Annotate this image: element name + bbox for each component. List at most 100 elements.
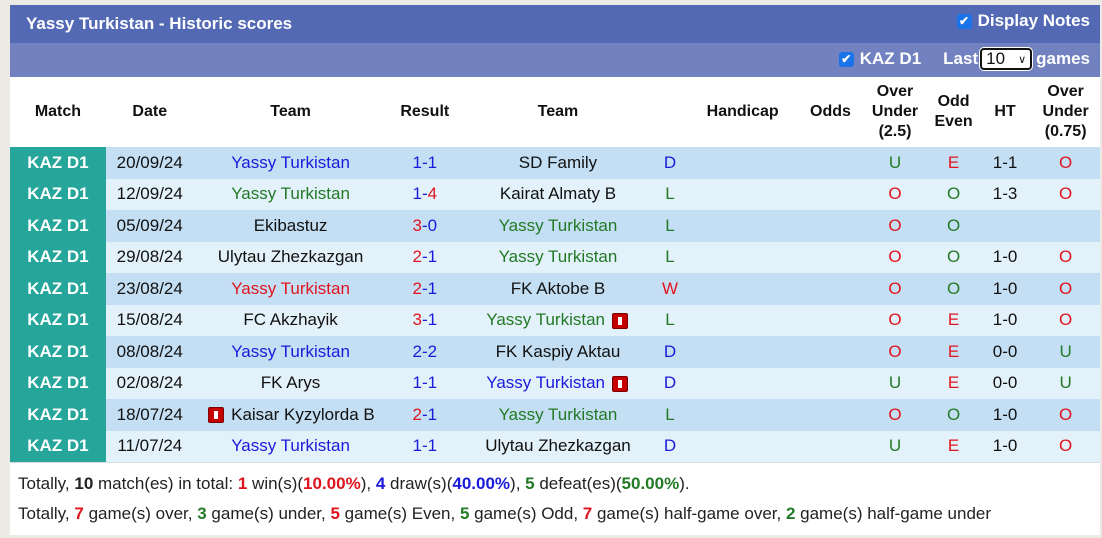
league-cell[interactable]: KAZ D1	[10, 273, 106, 305]
summary: Totally, 10 match(es) in total: 1 win(s)…	[10, 462, 1100, 535]
handicap-cell	[686, 147, 800, 179]
over-under-075-cell: U	[1031, 367, 1100, 399]
result-cell[interactable]: 1-4	[387, 178, 463, 210]
over-under-cell: U	[861, 430, 929, 462]
away-team-link[interactable]: Yassy Turkistan	[499, 405, 618, 424]
summary-text: Totally,	[18, 474, 75, 493]
col-result: Result	[387, 77, 463, 147]
home-team-cell: FC Akzhayik	[193, 304, 388, 336]
result-cell[interactable]: 1-1	[387, 147, 463, 179]
header-line: Under	[871, 103, 919, 120]
table-row: KAZ D1 20/09/24 Yassy Turkistan 1-1 SD Famil…	[10, 147, 1100, 179]
over-under-075-cell: O	[1031, 304, 1100, 336]
ht-score-cell: 1-3	[978, 178, 1032, 210]
over-under-cell: U	[861, 147, 929, 179]
table-row: KAZ D1 18/07/24 Kaisar Kyzylorda B 2-1 Yass…	[10, 399, 1100, 431]
league-cell[interactable]: KAZ D1	[10, 336, 106, 368]
home-team-link[interactable]: Kaisar Kyzylorda B	[231, 405, 375, 424]
odds-cell	[799, 430, 862, 462]
outcome-cell: D	[653, 367, 687, 399]
col-date: Date	[105, 77, 194, 147]
home-score: 1	[412, 436, 422, 456]
away-team-cell: SD Family	[462, 147, 654, 179]
result-cell[interactable]: 2-2	[387, 336, 463, 368]
away-team-link[interactable]: Yassy Turkistan	[499, 247, 618, 266]
away-score: 1	[427, 247, 438, 267]
over-under-cell: O	[861, 178, 929, 210]
result-cell[interactable]: 1-1	[387, 367, 463, 399]
away-team-link[interactable]: Kairat Almaty B	[500, 184, 616, 203]
result-cell[interactable]: 2-1	[387, 399, 463, 431]
summary-text: game(s) Even,	[339, 504, 460, 523]
home-team-link[interactable]: Yassy Turkistan	[231, 342, 350, 361]
league-filter-label: KAZ D1	[859, 49, 922, 68]
home-team-link[interactable]: FK Arys	[261, 373, 321, 392]
odds-cell	[799, 367, 862, 399]
display-notes-checkbox[interactable]: ✔	[956, 13, 972, 29]
away-team-link[interactable]: Yassy Turkistan	[486, 310, 605, 329]
league-cell[interactable]: KAZ D1	[10, 210, 106, 242]
result-cell[interactable]: 3-1	[387, 304, 463, 336]
over-under-075-cell: O	[1031, 178, 1100, 210]
home-team-link[interactable]: Ekibastuz	[254, 216, 328, 235]
col-home-team: Team	[193, 77, 388, 147]
over-under-cell: O	[861, 399, 929, 431]
result-cell[interactable]: 1-1	[387, 430, 463, 462]
summary-text: win(s)(	[247, 474, 304, 493]
home-team-link[interactable]: Ulytau Zhezkazgan	[218, 247, 364, 266]
league-cell[interactable]: KAZ D1	[10, 178, 106, 210]
away-team-cell: Yassy Turkistan	[462, 304, 654, 336]
league-cell[interactable]: KAZ D1	[10, 399, 106, 431]
home-team-cell: Yassy Turkistan	[193, 336, 388, 368]
home-score: 1	[412, 373, 422, 393]
summary-value: 3	[197, 504, 207, 523]
odds-cell	[799, 210, 862, 242]
scores-table: Match Date Team Result Team Handicap Odd…	[10, 77, 1100, 462]
league-cell[interactable]: KAZ D1	[10, 367, 106, 399]
odd-even-cell: O	[928, 178, 979, 210]
league-filter-checkbox[interactable]: ✔	[838, 51, 854, 67]
league-cell[interactable]: KAZ D1	[10, 430, 106, 462]
league-cell[interactable]: KAZ D1	[10, 304, 106, 336]
col-ht: HT	[978, 77, 1032, 147]
handicap-cell	[686, 178, 800, 210]
home-team-link[interactable]: Yassy Turkistan	[231, 153, 350, 172]
home-team-cell: Ekibastuz	[193, 210, 388, 242]
home-score: 3	[412, 310, 422, 330]
odd-even-cell: E	[928, 367, 979, 399]
away-team-link[interactable]: SD Family	[519, 153, 597, 172]
summary-text: game(s) under,	[206, 504, 331, 523]
home-score: 2	[412, 278, 422, 298]
table-row: KAZ D1 29/08/24 Ulytau Zhezkazgan 2-1 Yassy …	[10, 241, 1100, 273]
result-cell[interactable]: 2-1	[387, 241, 463, 273]
away-team-link[interactable]: Yassy Turkistan	[486, 373, 605, 392]
home-team-link[interactable]: FC Akzhayik	[243, 310, 337, 329]
odds-cell	[799, 336, 862, 368]
odds-cell	[799, 273, 862, 305]
display-notes-toggle[interactable]: ✔ Display Notes	[956, 11, 1090, 31]
games-count-select[interactable]: 10 ∨	[980, 48, 1033, 70]
ht-score-cell: 1-0	[978, 430, 1032, 462]
home-team-link[interactable]: Yassy Turkistan	[231, 279, 350, 298]
summary-value: 2	[785, 504, 796, 523]
home-team-link[interactable]: Yassy Turkistan	[231, 184, 350, 203]
chevron-down-icon: ∨	[1018, 53, 1027, 66]
league-cell[interactable]: KAZ D1	[10, 147, 106, 179]
away-score: 1	[427, 404, 438, 424]
odds-cell	[799, 241, 862, 273]
home-team-link[interactable]: Yassy Turkistan	[231, 436, 350, 455]
odds-cell	[799, 304, 862, 336]
away-team-link[interactable]: Ulytau Zhezkazgan	[485, 436, 631, 455]
col-over-under: Over Under (2.5)	[861, 77, 929, 147]
league-cell[interactable]: KAZ D1	[10, 241, 106, 273]
ht-score-cell: 0-0	[978, 367, 1032, 399]
away-team-link[interactable]: FK Kaspiy Aktau	[496, 342, 621, 361]
away-team-cell: FK Kaspiy Aktau	[462, 336, 654, 368]
result-cell[interactable]: 3-0	[387, 210, 463, 242]
away-team-link[interactable]: Yassy Turkistan	[499, 216, 618, 235]
away-team-link[interactable]: FK Aktobe B	[511, 279, 606, 298]
summary-value: 50.00%	[621, 474, 680, 493]
summary-value: 10	[74, 474, 94, 493]
result-cell[interactable]: 2-1	[387, 273, 463, 305]
odd-even-cell: E	[928, 147, 979, 179]
